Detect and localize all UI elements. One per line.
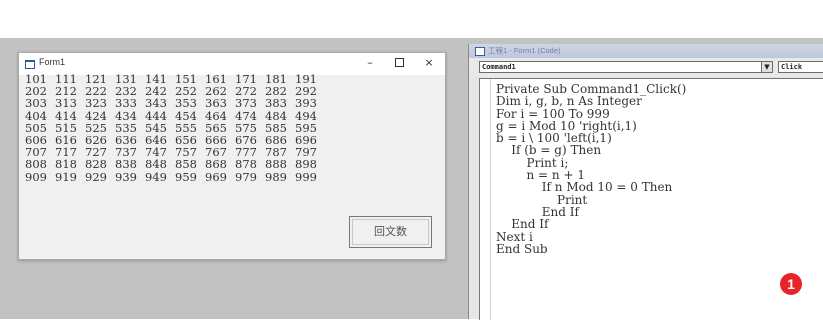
output-number: 878 bbox=[235, 157, 257, 172]
output-number: 494 bbox=[295, 108, 317, 123]
code-toolbar: Command1 ▼ Click bbox=[469, 58, 823, 77]
output-number: 333 bbox=[115, 96, 137, 111]
close-button[interactable]: × bbox=[416, 55, 442, 71]
palindrome-button[interactable]: 回文数 bbox=[349, 216, 432, 248]
form1-titlebar[interactable]: Form1 – × bbox=[19, 53, 445, 75]
output-number: 999 bbox=[295, 169, 317, 184]
output-number: 969 bbox=[205, 169, 227, 184]
maximize-button[interactable] bbox=[386, 55, 412, 71]
output-number: 868 bbox=[205, 157, 227, 172]
output-number: 808 bbox=[25, 157, 47, 172]
output-number: 898 bbox=[295, 157, 317, 172]
output-number: 909 bbox=[25, 169, 47, 184]
output-number: 444 bbox=[145, 108, 167, 123]
output-number: 949 bbox=[145, 169, 167, 184]
palindrome-button-label: 回文数 bbox=[374, 225, 407, 238]
output-number: 313 bbox=[55, 96, 77, 111]
output-number: 303 bbox=[25, 96, 47, 111]
code-text[interactable]: Private Sub Command1_Click() Dim i, g, b,… bbox=[496, 83, 686, 255]
output-number: 979 bbox=[235, 169, 257, 184]
output-number: 959 bbox=[175, 169, 197, 184]
object-select[interactable]: Command1 bbox=[479, 61, 769, 73]
output-number: 464 bbox=[205, 108, 227, 123]
output-number: 343 bbox=[145, 96, 167, 111]
output-number: 474 bbox=[235, 108, 257, 123]
output-number: 393 bbox=[295, 96, 317, 111]
output-row: 909 919 929 939 949 959 969 979 989 999 bbox=[25, 169, 405, 184]
output-number: 454 bbox=[175, 108, 197, 123]
code-window-icon bbox=[475, 47, 485, 56]
output-number: 373 bbox=[235, 96, 257, 111]
chevron-down-icon[interactable]: ▼ bbox=[761, 61, 773, 73]
maximize-icon bbox=[394, 57, 404, 67]
output-number: 363 bbox=[205, 96, 227, 111]
procedure-select[interactable]: Click bbox=[778, 61, 823, 73]
output-number: 828 bbox=[85, 157, 107, 172]
output-number: 888 bbox=[265, 157, 287, 172]
output-number: 484 bbox=[265, 108, 287, 123]
minimize-button[interactable]: – bbox=[357, 55, 383, 71]
output-number: 323 bbox=[85, 96, 107, 111]
palindrome-output: 101 111 121 131 141 151 161 171 181 191 202 212 222 2… bbox=[25, 73, 405, 183]
code-editor[interactable]: Private Sub Command1_Click() Dim i, g, b,… bbox=[479, 78, 823, 320]
output-number: 424 bbox=[85, 108, 107, 123]
code-line[interactable]: End If bbox=[496, 218, 686, 231]
code-window: 工程1 - Form1 (Code) Command1 ▼ Click Priv… bbox=[468, 44, 823, 320]
output-number: 939 bbox=[115, 169, 137, 184]
output-number: 434 bbox=[115, 108, 137, 123]
output-number: 989 bbox=[265, 169, 287, 184]
output-number: 929 bbox=[85, 169, 107, 184]
code-gutter bbox=[480, 79, 491, 320]
output-number: 919 bbox=[55, 169, 77, 184]
step-badge: 1 bbox=[780, 273, 802, 295]
output-row: 303 313 323 333 343 353 363 373 383 393 bbox=[25, 97, 405, 109]
code-line[interactable]: If n Mod 10 = 0 Then bbox=[496, 181, 686, 194]
output-number: 383 bbox=[265, 96, 287, 111]
output-row: 404 414 424 434 444 454 464 474 484 494 bbox=[25, 108, 405, 123]
code-line[interactable]: Dim i, g, b, n As Integer bbox=[496, 95, 686, 108]
output-number: 404 bbox=[25, 108, 47, 123]
code-line[interactable]: Next i bbox=[496, 230, 686, 243]
code-titlebar[interactable]: 工程1 - Form1 (Code) bbox=[469, 44, 823, 58]
output-number: 838 bbox=[115, 157, 137, 172]
form1-title: Form1 bbox=[39, 57, 66, 67]
output-row: 808 818 828 838 848 858 868 878 888 898 bbox=[25, 158, 405, 170]
code-line[interactable]: If (b = g) Then bbox=[496, 144, 686, 157]
output-number: 353 bbox=[175, 96, 197, 111]
code-line[interactable]: End Sub bbox=[496, 243, 686, 256]
form1-window: Form1 – × 101 111 121 131 141 151 161 171 181 191… bbox=[18, 52, 446, 260]
top-margin bbox=[0, 0, 823, 38]
form-icon bbox=[25, 60, 35, 69]
output-number: 818 bbox=[55, 157, 77, 172]
output-number: 414 bbox=[55, 108, 77, 123]
output-number: 848 bbox=[145, 157, 167, 172]
output-number: 858 bbox=[175, 157, 197, 172]
code-window-title: 工程1 - Form1 (Code) bbox=[488, 46, 561, 55]
